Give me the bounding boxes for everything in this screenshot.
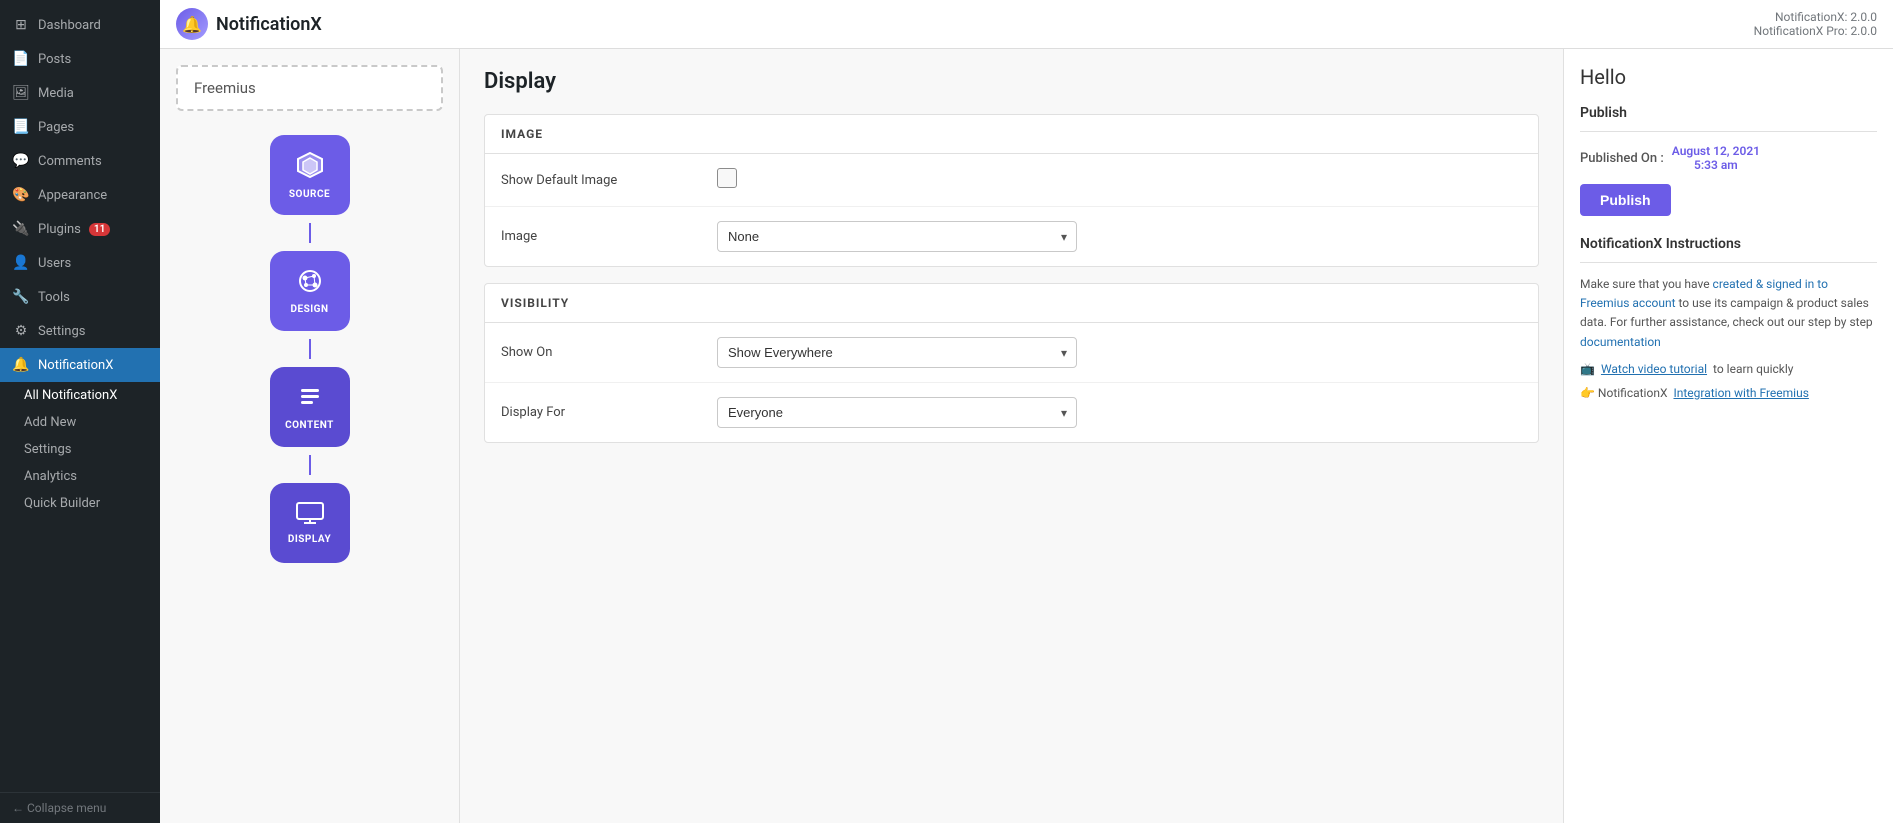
sidebar-item-tools[interactable]: 🔧 Tools <box>0 280 160 314</box>
notificationx-icon: 🔔 <box>12 356 30 374</box>
sidebar-sub-settings[interactable]: Settings <box>0 436 160 463</box>
show-on-label: Show On <box>501 345 701 360</box>
comments-icon: 💬 <box>12 152 30 170</box>
sidebar-sub-add-new[interactable]: Add New <box>0 409 160 436</box>
freemius-breadcrumb: Freemius <box>176 65 443 111</box>
wizard-step-design[interactable]: DESIGN <box>270 251 350 331</box>
hello-text: Hello <box>1580 65 1877 89</box>
content-step-icon <box>297 384 323 416</box>
sidebar-item-plugins[interactable]: 🔌 Plugins 11 <box>0 212 160 246</box>
published-date: August 12, 2021 5:33 am <box>1672 144 1760 172</box>
plugins-icon: 🔌 <box>12 220 30 238</box>
version-line1: NotificationX: 2.0.0 <box>1754 10 1877 24</box>
main-content: 🔔 NotificationX NotificationX: 2.0.0 Not… <box>160 0 1893 823</box>
sidebar-sub-quick-builder[interactable]: Quick Builder <box>0 490 160 517</box>
instructions-text: Make sure that you have created & signed… <box>1580 275 1877 352</box>
sidebar-item-users[interactable]: 👤 Users <box>0 246 160 280</box>
settings-icon: ⚙ <box>12 322 30 340</box>
wizard-step-display[interactable]: DISPLAY <box>270 483 350 563</box>
connector-source-design <box>309 223 311 243</box>
sidebar-item-appearance[interactable]: 🎨 Appearance <box>0 178 160 212</box>
display-for-row: Display For Everyone Logged In Users Log… <box>485 383 1538 442</box>
collapse-menu-button[interactable]: ← Collapse menu <box>0 792 160 823</box>
users-icon: 👤 <box>12 254 30 272</box>
version-info: NotificationX: 2.0.0 NotificationX Pro: … <box>1754 10 1877 38</box>
sidebar-item-posts[interactable]: 📄 Posts <box>0 42 160 76</box>
form-panel: Display IMAGE Show Default Image Image N <box>460 49 1563 823</box>
integration-link[interactable]: Integration with Freemius <box>1673 386 1808 400</box>
appearance-icon: 🎨 <box>12 186 30 204</box>
publish-button[interactable]: Publish <box>1580 184 1671 216</box>
image-select-wrapper: None Gravatar Default <box>717 221 1077 252</box>
display-for-label: Display For <box>501 405 701 420</box>
design-step-label: DESIGN <box>290 304 328 315</box>
display-for-select-wrapper: Everyone Logged In Users Logged Out User… <box>717 397 1077 428</box>
show-on-control: Show Everywhere Selected Pages Excluding… <box>717 337 1522 368</box>
sidebar-item-settings[interactable]: ⚙ Settings <box>0 314 160 348</box>
brand-logo-icon: 🔔 <box>182 15 202 34</box>
instructions-title: NotificationX Instructions <box>1580 236 1877 263</box>
brand-logo: 🔔 <box>176 8 208 40</box>
brand-name: NotificationX <box>216 14 322 35</box>
sidebar-item-comments[interactable]: 💬 Comments <box>0 144 160 178</box>
image-section-header: IMAGE <box>485 115 1538 154</box>
wizard-step-content[interactable]: CONTENT <box>270 367 350 447</box>
show-on-row: Show On Show Everywhere Selected Pages E… <box>485 323 1538 383</box>
display-step-label: DISPLAY <box>288 534 331 545</box>
design-step-icon <box>297 268 323 300</box>
display-for-control: Everyone Logged In Users Logged Out User… <box>717 397 1522 428</box>
tools-icon: 🔧 <box>12 288 30 306</box>
topbar: 🔔 NotificationX NotificationX: 2.0.0 Not… <box>160 0 1893 49</box>
video-tutorial-link[interactable]: Watch video tutorial <box>1601 362 1707 376</box>
show-on-select-wrapper: Show Everywhere Selected Pages Excluding… <box>717 337 1077 368</box>
brand: 🔔 NotificationX <box>176 8 322 40</box>
sidebar-item-notificationx[interactable]: 🔔 NotificationX <box>0 348 160 382</box>
visibility-section: VISIBILITY Show On Show Everywhere Selec… <box>484 283 1539 443</box>
show-on-select[interactable]: Show Everywhere Selected Pages Excluding… <box>717 337 1077 368</box>
plugins-badge: 11 <box>89 223 110 236</box>
publish-section-title: Publish <box>1580 105 1877 132</box>
right-sidebar: Hello Publish Published On : August 12, … <box>1563 49 1893 823</box>
sidebar-item-pages[interactable]: 📃 Pages <box>0 110 160 144</box>
sidebar: ⊞ Dashboard 📄 Posts 🖼 Media 📃 Pages 💬 Co… <box>0 0 160 823</box>
video-tutorial-item: 📺 Watch video tutorial to learn quickly <box>1580 362 1877 376</box>
media-icon: 🖼 <box>12 84 30 102</box>
visibility-section-header: VISIBILITY <box>485 284 1538 323</box>
integration-item: 👉 NotificationX Integration with Freemiu… <box>1580 386 1877 400</box>
source-step-label: SOURCE <box>289 189 330 200</box>
pages-icon: 📃 <box>12 118 30 136</box>
show-default-image-checkbox[interactable] <box>717 168 737 188</box>
content-area: Freemius SOURCE <box>160 49 1893 823</box>
sidebar-sub-analytics[interactable]: Analytics <box>0 463 160 490</box>
image-section: IMAGE Show Default Image Image None Grav… <box>484 114 1539 267</box>
sidebar-item-dashboard[interactable]: ⊞ Dashboard <box>0 8 160 42</box>
show-default-image-label: Show Default Image <box>501 173 701 188</box>
publish-section: Publish Published On : August 12, 2021 5… <box>1580 105 1877 216</box>
sidebar-item-media[interactable]: 🖼 Media <box>0 76 160 110</box>
image-label: Image <box>501 229 701 244</box>
display-step-icon <box>296 502 324 530</box>
show-default-image-row: Show Default Image <box>485 154 1538 207</box>
dashboard-icon: ⊞ <box>12 16 30 34</box>
sidebar-sub-all-notificationx[interactable]: All NotificationX <box>0 382 160 409</box>
page-title: Display <box>484 69 1539 94</box>
display-for-select[interactable]: Everyone Logged In Users Logged Out User… <box>717 397 1077 428</box>
connector-design-content <box>309 339 311 359</box>
content-step-label: CONTENT <box>285 420 334 431</box>
instructions-section: NotificationX Instructions Make sure tha… <box>1580 236 1877 400</box>
show-default-image-control <box>717 168 1522 192</box>
published-on-row: Published On : August 12, 2021 5:33 am <box>1580 144 1877 172</box>
image-select[interactable]: None Gravatar Default <box>717 221 1077 252</box>
wizard-step-source[interactable]: SOURCE <box>270 135 350 215</box>
version-line2: NotificationX Pro: 2.0.0 <box>1754 24 1877 38</box>
image-row: Image None Gravatar Default <box>485 207 1538 266</box>
posts-icon: 📄 <box>12 50 30 68</box>
connector-content-display <box>309 455 311 475</box>
documentation-link[interactable]: documentation <box>1580 335 1661 349</box>
published-on-label: Published On : <box>1580 151 1664 166</box>
wizard-panel: Freemius SOURCE <box>160 49 460 823</box>
image-control: None Gravatar Default <box>717 221 1522 252</box>
source-step-icon <box>296 151 324 185</box>
